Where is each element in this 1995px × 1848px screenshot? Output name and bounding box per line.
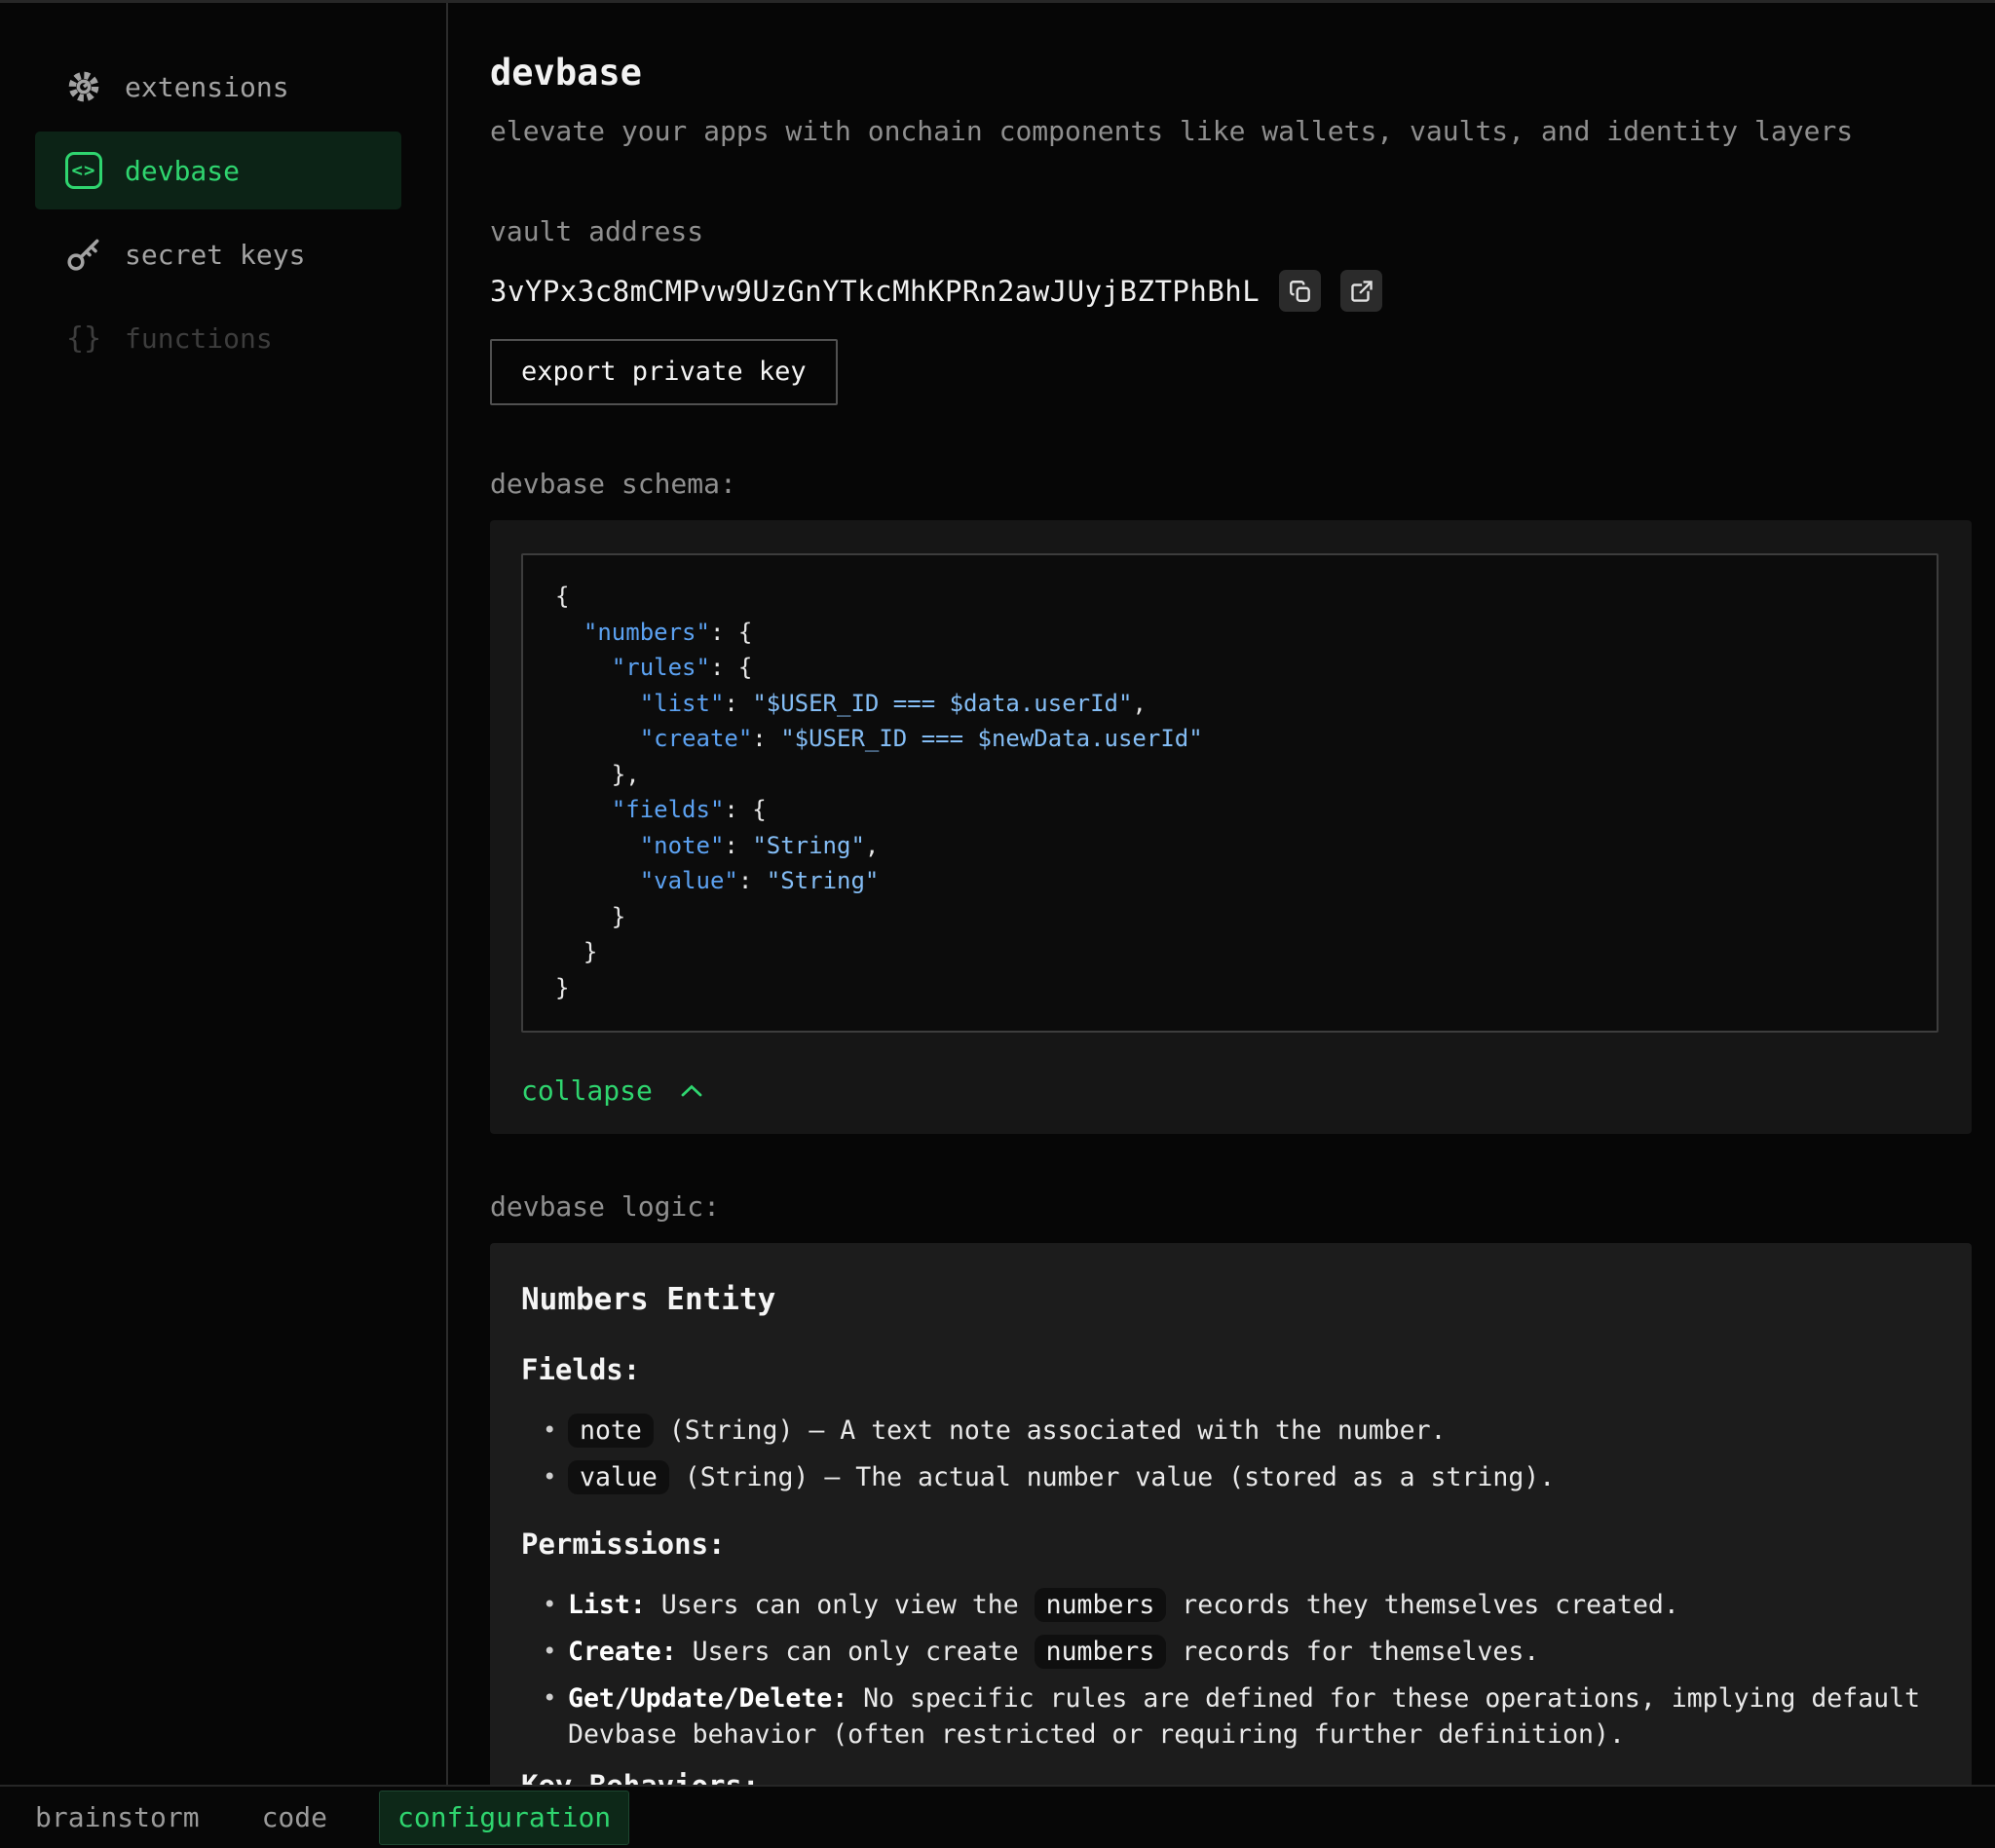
sidebar-item-extensions[interactable]: extensions <box>35 48 401 126</box>
list-item: Create: Users can only create numbers re… <box>521 1634 1940 1670</box>
code-icon: <> <box>62 149 105 192</box>
code-line: "list": "$USER_ID === $data.userId", <box>555 686 1907 722</box>
schema-section-label: devbase schema: <box>490 466 1974 503</box>
sidebar-item-label: devbase <box>125 155 240 187</box>
list-item: List: Users can only view the numbers re… <box>521 1587 1940 1623</box>
sidebar-item-label: functions <box>125 322 273 355</box>
sidebar-item-label: secret keys <box>125 239 305 271</box>
braces-icon: {} <box>62 317 105 359</box>
code-chip: numbers <box>1035 1635 1167 1669</box>
schema-code: { "numbers": { "rules": { "list": "$USER… <box>521 553 1939 1033</box>
sidebar: extensions <> devbase secret keys <box>0 3 448 1848</box>
app-window: extensions <> devbase secret keys <box>0 0 1995 1848</box>
tab-brainstorm[interactable]: brainstorm <box>35 1801 200 1833</box>
vault-address-row: 3vYPx3c8mCMPvw9UzGnYTkcMhKPRn2awJUyjBZTP… <box>490 270 1974 312</box>
code-line: "note": "String", <box>555 828 1907 864</box>
collapse-label: collapse <box>521 1072 653 1111</box>
sidebar-item-label: extensions <box>125 71 289 103</box>
code-chip: value <box>568 1460 669 1494</box>
code-line: "rules": { <box>555 650 1907 686</box>
sidebar-item-secret-keys[interactable]: secret keys <box>35 215 401 293</box>
page-subtitle: elevate your apps with onchain component… <box>490 112 1974 151</box>
code-line: "value": "String" <box>555 863 1907 899</box>
vault-address-value: 3vYPx3c8mCMPvw9UzGnYTkcMhKPRn2awJUyjBZTP… <box>490 275 1260 308</box>
permissions-list: List: Users can only view the numbers re… <box>521 1587 1940 1753</box>
code-line: "fields": { <box>555 792 1907 828</box>
open-external-button[interactable] <box>1340 270 1382 312</box>
schema-panel: { "numbers": { "rules": { "list": "$USER… <box>490 520 1972 1134</box>
external-link-icon <box>1349 279 1374 304</box>
logic-section-label: devbase logic: <box>490 1188 1974 1226</box>
copy-button[interactable] <box>1279 270 1321 312</box>
tab-configuration[interactable]: configuration <box>379 1791 629 1845</box>
sidebar-item-functions: {} functions <box>35 299 401 377</box>
key-icon <box>62 233 105 276</box>
logic-panel: Numbers Entity Fields: note (String) – A… <box>490 1243 1972 1848</box>
sidebar-item-devbase[interactable]: <> devbase <box>35 132 401 209</box>
collapse-button[interactable]: collapse <box>521 1072 705 1111</box>
copy-icon <box>1288 279 1313 304</box>
code-line: { <box>555 579 1907 615</box>
code-chip: numbers <box>1035 1588 1167 1622</box>
chevron-up-icon <box>678 1080 705 1102</box>
entity-title: Numbers Entity <box>521 1280 1940 1319</box>
gear-icon <box>62 65 105 108</box>
code-line: "create": "$USER_ID === $newData.userId" <box>555 721 1907 757</box>
list-item: note (String) – A text note associated w… <box>521 1413 1940 1449</box>
page-title: devbase <box>490 52 1974 94</box>
code-line: }, <box>555 757 1907 793</box>
bottom-tab-bar: brainstorm code configuration <box>0 1785 1995 1848</box>
code-chip: note <box>568 1414 654 1448</box>
code-line: } <box>555 899 1907 935</box>
vault-address-label: vault address <box>490 213 1974 250</box>
code-line: } <box>555 934 1907 970</box>
fields-list: note (String) – A text note associated w… <box>521 1413 1940 1495</box>
permissions-heading: Permissions: <box>521 1525 1940 1564</box>
tab-code[interactable]: code <box>262 1801 327 1833</box>
list-item: value (String) – The actual number value… <box>521 1459 1940 1495</box>
main-content: devbase elevate your apps with onchain c… <box>448 3 1995 1848</box>
fields-heading: Fields: <box>521 1350 1940 1389</box>
export-private-key-button[interactable]: export private key <box>490 339 838 405</box>
code-line: "numbers": { <box>555 615 1907 651</box>
list-item: Get/Update/Delete: No specific rules are… <box>521 1680 1940 1753</box>
code-line: } <box>555 970 1907 1006</box>
